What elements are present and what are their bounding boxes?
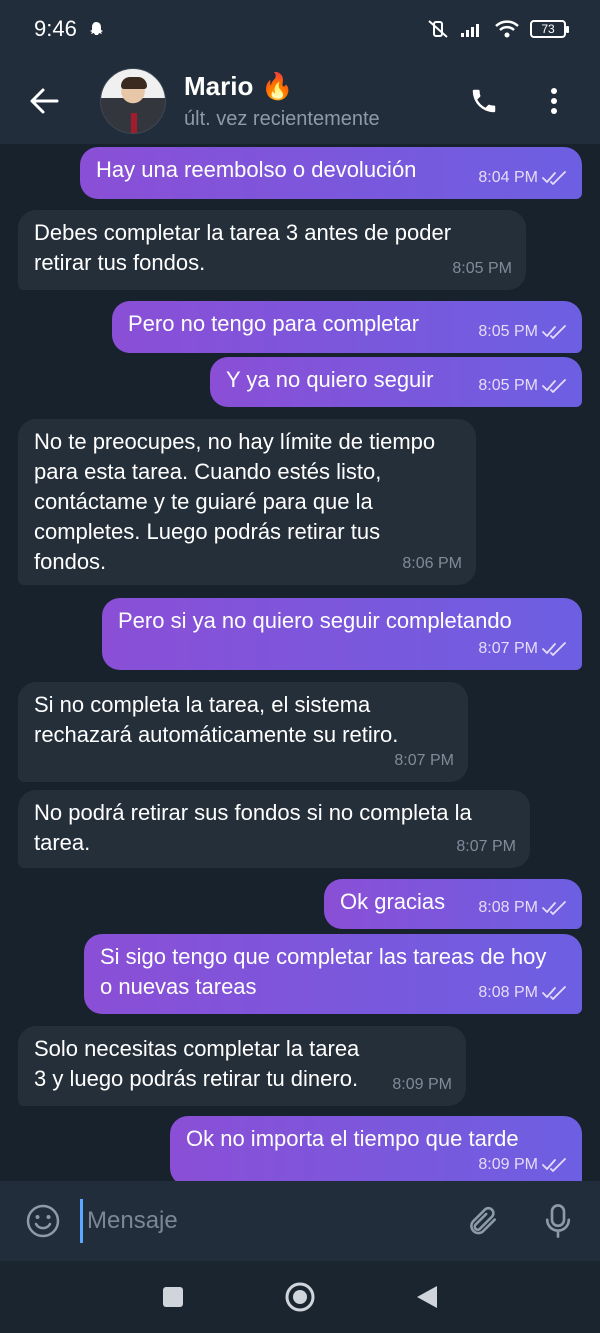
message-bubble-outgoing[interactable]: Y ya no quiero seguir 8:05 PM <box>210 357 582 407</box>
contact-name-row: Mario 🔥 <box>184 71 380 102</box>
message-text: Pero no tengo para completar <box>128 311 420 336</box>
chat-header: Mario 🔥 últ. vez recientemente <box>0 58 600 144</box>
message-text: Hay una reembolso o devolución <box>96 157 417 182</box>
double-check-icon <box>542 1158 568 1172</box>
message-bubble-outgoing[interactable]: Si sigo tengo que completar las tareas d… <box>84 934 582 1014</box>
message-text: Y ya no quiero seguir <box>226 367 434 392</box>
double-check-icon <box>542 379 568 393</box>
message-meta: 8:04 PM <box>478 163 568 193</box>
message-meta: 8:08 PM <box>478 893 568 923</box>
emoji-icon <box>26 1204 60 1238</box>
message-meta: 8:05 PM <box>452 254 512 284</box>
message-meta: 8:09 PM <box>478 1150 568 1180</box>
phone-icon <box>472 89 496 113</box>
emoji-button[interactable] <box>24 1202 62 1240</box>
double-check-icon <box>542 325 568 339</box>
paperclip-icon <box>470 1206 497 1235</box>
back-nav-button[interactable] <box>407 1277 447 1317</box>
microphone-icon <box>545 1204 571 1238</box>
message-meta: 8:06 PM <box>402 549 462 579</box>
message-input-bar <box>0 1181 600 1261</box>
message-meta: 8:07 PM <box>394 746 454 776</box>
message-time: 8:08 PM <box>478 984 538 1001</box>
message-meta: 8:09 PM <box>392 1070 452 1100</box>
message-meta: 8:07 PM <box>456 832 516 862</box>
message-bubble-outgoing[interactable]: Pero no tengo para completar 8:05 PM <box>112 301 582 353</box>
message-time: 8:08 PM <box>478 899 538 916</box>
message-bubble-incoming[interactable]: No te preocupes, no hay límite de tiempo… <box>18 419 476 585</box>
call-button[interactable] <box>464 81 504 121</box>
message-text: No podrá retirar sus fondos si no comple… <box>34 800 472 855</box>
message-bubble-outgoing[interactable]: Ok no importa el tiempo que tarde 8:09 P… <box>170 1116 582 1181</box>
wifi-icon <box>495 20 519 38</box>
message-text: Solo necesitas completar la tarea 3 y lu… <box>34 1036 360 1091</box>
message-text: Ok gracias <box>340 889 446 914</box>
status-time: 9:46 <box>34 16 77 41</box>
message-time: 8:09 PM <box>478 1156 538 1173</box>
double-check-icon <box>542 901 568 915</box>
message-meta: 8:05 PM <box>478 317 568 347</box>
message-meta: 8:08 PM <box>478 978 568 1008</box>
attach-button[interactable] <box>462 1201 502 1241</box>
header-actions <box>464 81 574 121</box>
message-text: Ok no importa el tiempo que tarde <box>186 1126 519 1151</box>
message-bubble-outgoing[interactable]: Pero si ya no quiero seguir completando … <box>102 598 582 670</box>
back-button[interactable] <box>22 79 66 123</box>
battery-level: 73 <box>541 22 555 36</box>
message-time: 8:09 PM <box>392 1076 452 1093</box>
more-vertical-icon <box>551 88 557 114</box>
message-time: 8:05 PM <box>478 323 538 340</box>
message-time: 8:04 PM <box>478 169 538 186</box>
message-time: 8:07 PM <box>394 752 454 769</box>
message-text: No te preocupes, no hay límite de tiempo… <box>34 429 436 574</box>
status-bar: 9:46 73 <box>0 0 600 58</box>
contact-name: Mario <box>184 71 254 101</box>
battery-indicator: 73 <box>530 20 569 38</box>
double-check-icon <box>542 171 568 185</box>
square-icon <box>163 1287 184 1307</box>
message-bubble-outgoing[interactable]: Hay una reembolso o devolución 8:04 PM <box>80 147 582 199</box>
message-meta: 8:05 PM <box>478 371 568 401</box>
message-bubble-incoming[interactable]: Si no completa la tarea, el sistema rech… <box>18 682 468 782</box>
back-arrow-icon <box>30 88 59 114</box>
contact-status: últ. vez recientemente <box>184 108 380 130</box>
message-meta: 8:07 PM <box>478 634 568 664</box>
snapchat-ghost-icon <box>89 22 103 35</box>
more-menu-button[interactable] <box>534 81 574 121</box>
message-time: 8:05 PM <box>478 377 538 394</box>
double-check-icon <box>542 986 568 1000</box>
message-time: 8:06 PM <box>402 555 462 572</box>
vibrate-off-icon <box>428 20 448 38</box>
message-bubble-incoming[interactable]: No podrá retirar sus fondos si no comple… <box>18 790 530 868</box>
message-bubble-outgoing[interactable]: Ok gracias 8:08 PM <box>324 879 582 929</box>
contact-info[interactable]: Mario 🔥 últ. vez recientemente <box>184 71 380 131</box>
voice-message-button[interactable] <box>538 1201 578 1241</box>
message-time: 8:05 PM <box>452 260 512 277</box>
message-time: 8:07 PM <box>478 640 538 657</box>
chat-messages[interactable]: Hay una reembolso o devolución 8:04 PM D… <box>0 144 600 1181</box>
signal-icon <box>461 24 479 37</box>
message-bubble-incoming[interactable]: Debes completar la tarea 3 antes de pode… <box>18 210 526 290</box>
recents-button[interactable] <box>153 1277 193 1317</box>
system-navigation-bar <box>0 1261 600 1333</box>
circle-home-icon <box>285 1282 315 1312</box>
message-input[interactable] <box>80 1199 452 1243</box>
message-time: 8:07 PM <box>456 838 516 855</box>
fire-emoji-icon: 🔥 <box>261 71 294 101</box>
message-text: Debes completar la tarea 3 antes de pode… <box>34 220 452 275</box>
triangle-back-icon <box>416 1286 437 1308</box>
message-bubble-incoming[interactable]: Solo necesitas completar la tarea 3 y lu… <box>18 1026 466 1106</box>
message-text: Pero si ya no quiero seguir completando <box>118 608 512 633</box>
home-button[interactable] <box>280 1277 320 1317</box>
double-check-icon <box>542 642 568 656</box>
message-text: Si no completa la tarea, el sistema rech… <box>34 692 399 747</box>
avatar[interactable] <box>100 68 166 134</box>
status-icons: 73 <box>426 19 569 39</box>
